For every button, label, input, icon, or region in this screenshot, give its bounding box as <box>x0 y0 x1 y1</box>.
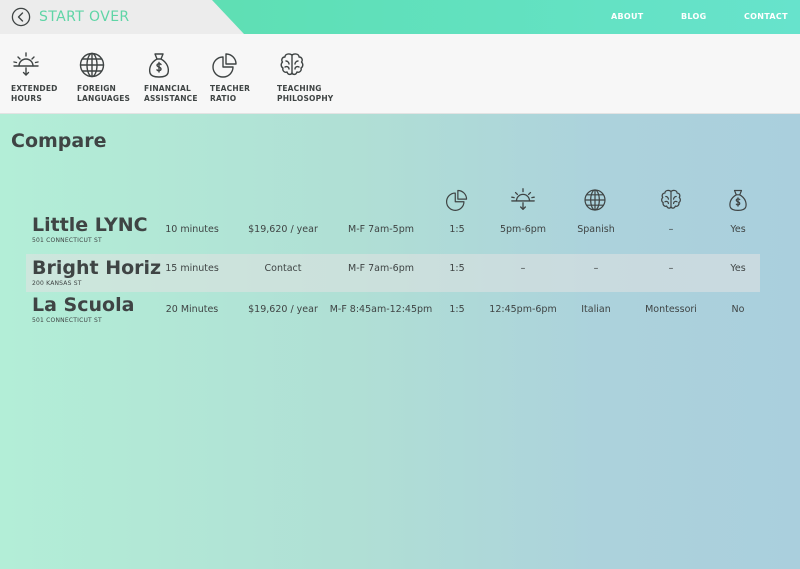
start-over-button[interactable]: START OVER <box>0 0 244 34</box>
filter-teacher-ratio[interactable]: TEACHER RATIO <box>210 50 274 104</box>
filter-foreign-languages[interactable]: FOREIGN LANGUAGES <box>77 50 141 104</box>
table-row[interactable]: Little LYNC 501 CONNECTICUT ST 10 minute… <box>26 211 760 249</box>
table-row[interactable]: La Scuola 501 CONNECTICUT ST 20 Minutes … <box>26 291 760 329</box>
sunrise-icon <box>13 52 39 76</box>
schedule-cell: M-F 8:45am-12:45pm <box>329 304 433 315</box>
filter-label: TEACHING PHILOSOPHY <box>277 84 334 103</box>
sunrise-icon <box>511 188 535 210</box>
top-bar: START OVER ABOUT BLOG CONTACT <box>0 0 800 34</box>
cost-cell: Contact <box>264 263 302 274</box>
distance-cell: 15 minutes <box>165 263 219 274</box>
filter-label: EXTENDED HOURS <box>11 84 58 103</box>
language-cell: Italian <box>581 304 611 315</box>
brain-icon <box>280 53 304 76</box>
table-row[interactable]: Bright Horiz 200 KANSAS ST 15 minutes Co… <box>26 254 760 292</box>
school-address: 200 KANSAS ST <box>32 280 82 287</box>
philosophy-cell: Montessori <box>645 304 697 315</box>
philosophy-cell: – <box>668 224 674 235</box>
ratio-cell: 1:5 <box>449 263 465 274</box>
language-cell: – <box>593 263 599 274</box>
distance-cell: 20 Minutes <box>165 304 219 315</box>
nav-about-link[interactable]: ABOUT <box>611 12 644 21</box>
back-arrow-icon[interactable] <box>11 7 31 27</box>
financial-assistance-cell: Yes <box>730 263 746 274</box>
globe-icon <box>584 189 606 211</box>
financial-assistance-cell: Yes <box>730 224 746 235</box>
pie-chart-icon <box>446 189 468 211</box>
distance-cell: 10 minutes <box>165 224 219 235</box>
money-bag-icon <box>729 189 747 212</box>
schedule-cell: M-F 7am-6pm <box>348 263 414 274</box>
filter-label: FOREIGN LANGUAGES <box>77 84 131 103</box>
extended-hours-cell: – <box>520 263 526 274</box>
school-name: La Scuola <box>32 294 135 316</box>
page-title: Compare <box>11 130 107 152</box>
filter-bar: EXTENDED HOURS FOREIGN LANGUAGES FINANCI <box>0 34 800 114</box>
pie-chart-icon <box>212 53 237 78</box>
school-name: Little LYNC <box>32 214 148 236</box>
cost-cell: $19,620 / year <box>248 224 318 235</box>
filter-financial-assistance[interactable]: FINANCIAL ASSISTANCE <box>144 50 208 104</box>
school-name: Bright Horiz <box>32 257 162 279</box>
brain-icon <box>661 189 681 209</box>
globe-icon <box>79 52 105 78</box>
philosophy-cell: – <box>668 263 674 274</box>
financial-assistance-cell: No <box>731 304 745 315</box>
ratio-cell: 1:5 <box>449 304 465 315</box>
school-address: 501 CONNECTICUT ST <box>32 237 102 244</box>
nav-blog-link[interactable]: BLOG <box>681 12 706 21</box>
filter-extended-hours[interactable]: EXTENDED HOURS <box>11 50 75 104</box>
extended-hours-cell: 5pm-6pm <box>499 224 547 235</box>
money-bag-icon <box>148 53 170 78</box>
nav-contact-link[interactable]: CONTACT <box>744 12 788 21</box>
ratio-cell: 1:5 <box>449 224 465 235</box>
school-address: 501 CONNECTICUT ST <box>32 317 102 324</box>
extended-hours-cell: 12:45pm-6pm <box>489 304 557 315</box>
language-cell: Spanish <box>577 224 615 235</box>
filter-label: FINANCIAL ASSISTANCE <box>144 84 198 103</box>
start-over-label: START OVER <box>39 9 130 25</box>
filter-teaching-philosophy[interactable]: TEACHING PHILOSOPHY <box>277 50 341 104</box>
schedule-cell: M-F 7am-5pm <box>348 224 414 235</box>
cost-cell: $19,620 / year <box>248 304 318 315</box>
filter-label: TEACHER RATIO <box>210 84 251 103</box>
